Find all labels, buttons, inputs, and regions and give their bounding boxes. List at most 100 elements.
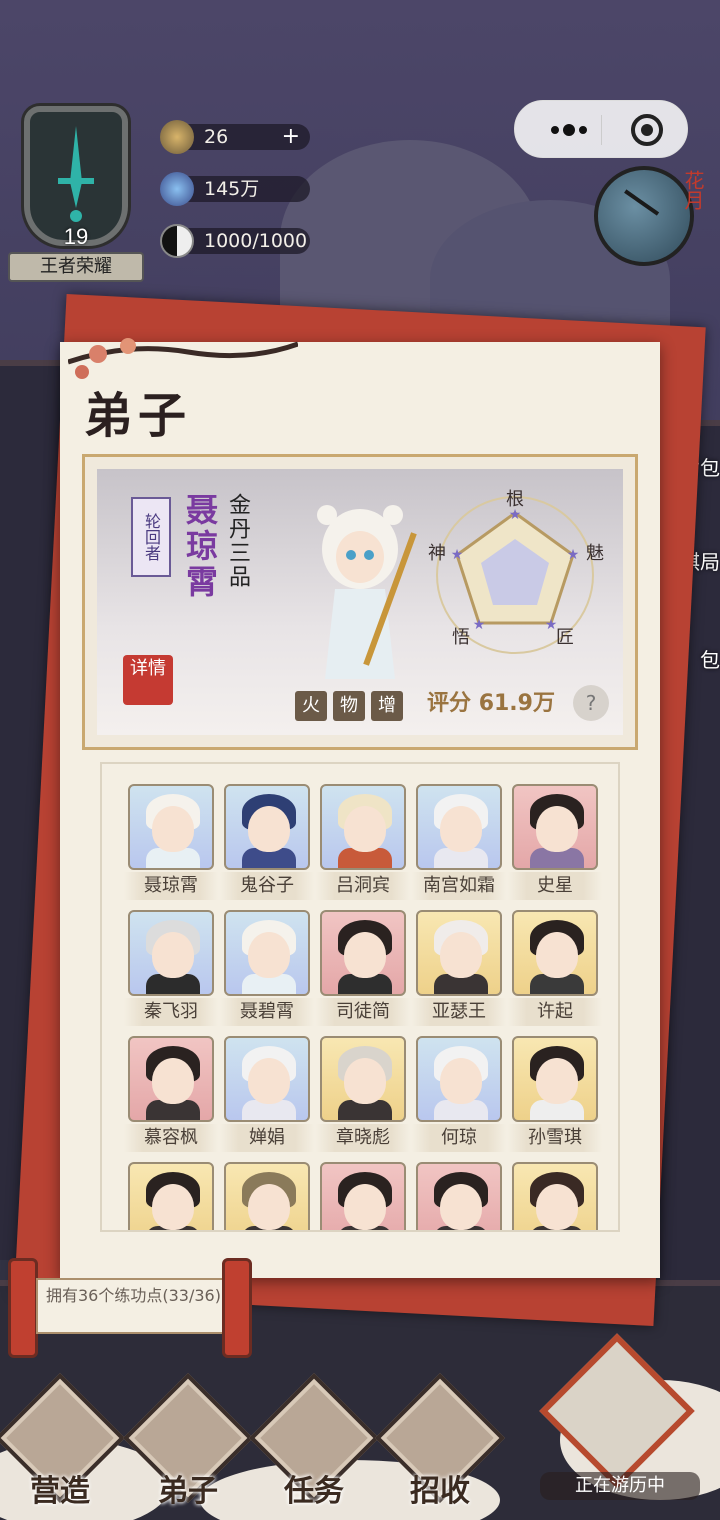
element-tag: 火 [295, 691, 327, 721]
disciple-cell[interactable] [512, 1162, 598, 1230]
resource-value: 1000/1000 [204, 230, 308, 252]
disciple-figure-icon [317, 505, 417, 679]
score-value: 61.9万 [478, 691, 555, 716]
clock-hand-icon [624, 189, 660, 216]
disciple-cell[interactable]: 亚瑟王 [412, 910, 506, 1026]
disciple-cell-name: 南宫如霜 [412, 872, 506, 900]
disciple-portrait [320, 910, 406, 996]
portrait-face [248, 932, 290, 978]
resource-yinyang[interactable]: 1000/1000 [160, 224, 310, 258]
disciple-cell-name: 秦飞羽 [124, 998, 218, 1026]
disciple-cell[interactable]: 聂琼霄 [124, 784, 218, 900]
disciple-portrait [416, 784, 502, 870]
portrait-face [536, 806, 578, 852]
disciple-cell[interactable]: 南宫如霜 [412, 784, 506, 900]
portrait-face [152, 1058, 194, 1104]
disciple-portrait [128, 1162, 214, 1230]
disciple-portrait [224, 1036, 310, 1122]
portrait-face [440, 806, 482, 852]
close-miniprogram-icon[interactable] [631, 114, 663, 146]
rank-badge[interactable]: 19 王者荣耀 [6, 86, 146, 286]
disciple-cell[interactable]: 吕洞宾 [316, 784, 410, 900]
disciple-cell[interactable]: 孙雪琪 [508, 1036, 602, 1152]
disciple-cell[interactable]: 聂碧霄 [220, 910, 314, 1026]
nav-label: 营造 [30, 1474, 90, 1509]
scroll-roll-icon [8, 1258, 38, 1358]
disciple-grid-frame[interactable]: 聂琼霄 鬼谷子 吕洞宾 南宫如霜 史星秦飞羽 聂碧霄 司徒简 亚瑟王 许起慕容枫 婵娟 章晓彪 何琼孙… [100, 762, 620, 1232]
more-icon[interactable] [539, 115, 599, 145]
disciple-cell[interactable] [416, 1162, 502, 1230]
svg-text:★: ★ [473, 617, 486, 633]
disciple-cell-name: 亚瑟王 [412, 998, 506, 1026]
yinyang-icon [160, 224, 194, 258]
element-tag: 增 [371, 691, 403, 721]
disciple-cell[interactable]: 鬼谷子 [220, 784, 314, 900]
clock-label: 花月 [681, 170, 705, 210]
disciple-cell[interactable] [128, 1162, 214, 1230]
crystal-icon [160, 172, 194, 206]
scroll-roll-icon [222, 1258, 252, 1358]
svg-text:★: ★ [509, 507, 522, 523]
portrait-face [536, 1058, 578, 1104]
radar-label: 神 [428, 543, 446, 564]
nav-label: 弟子 [158, 1474, 218, 1509]
portrait-face [248, 806, 290, 852]
disciple-cell[interactable]: 许起 [508, 910, 602, 1026]
disciple-cell[interactable]: 章晓彪 [316, 1036, 410, 1152]
disciple-cell[interactable]: 秦飞羽 [124, 910, 218, 1026]
miniprogram-capsule[interactable] [514, 100, 688, 158]
resource-value: 145万 [204, 178, 260, 200]
quest-text: 拥有36个练功点(33/36) [36, 1278, 236, 1334]
element-tag: 物 [333, 691, 365, 721]
disciple-rank: 金丹三品 [225, 493, 250, 589]
disciple-cell[interactable]: 婵娟 [220, 1036, 314, 1152]
nav-build[interactable]: 营造 [0, 1372, 126, 1514]
disciple-portrait [416, 1036, 502, 1122]
portrait-face [344, 1058, 386, 1104]
disciple-cell[interactable]: 何琼 [412, 1036, 506, 1152]
disciple-cell[interactable] [320, 1162, 406, 1230]
add-icon[interactable]: + [282, 124, 300, 150]
travel-button[interactable]: 正在游历中 [539, 1333, 700, 1506]
portrait-face [152, 806, 194, 852]
disciple-portrait [224, 1162, 310, 1230]
quest-scroll[interactable]: 拥有36个练功点(33/36) [8, 1258, 252, 1358]
disciple-cell-name: 何琼 [412, 1124, 506, 1152]
nav-disciple[interactable]: 弟子 [122, 1372, 254, 1514]
disciple-cell-name: 章晓彪 [316, 1124, 410, 1152]
attribute-radar: 根 魅 匠 悟 神 ★ ★ ★ ★ ★ [428, 489, 604, 654]
disciple-portrait [320, 784, 406, 870]
disciple-portrait [128, 1036, 214, 1122]
disciple-cell[interactable]: 史星 [508, 784, 602, 900]
disciple-cell-name: 鬼谷子 [220, 872, 314, 900]
disciple-cell[interactable] [224, 1162, 310, 1230]
help-button[interactable]: ? [573, 685, 609, 721]
nav-recruit[interactable]: 招收 [374, 1372, 506, 1514]
score-label: 评分 [427, 691, 472, 716]
disciple-cell[interactable]: 司徒简 [316, 910, 410, 1026]
portrait-face [440, 932, 482, 978]
disciple-name: 聂琼霄 [181, 493, 219, 601]
resource-spirit-coin[interactable]: 26 + [160, 120, 310, 154]
disciple-portrait [224, 784, 310, 870]
disciple-portrait [416, 1162, 502, 1230]
disciple-portrait [416, 910, 502, 996]
score-display: 评分 61.9万 [427, 685, 555, 717]
disciple-portrait [320, 1162, 406, 1230]
disciples-panel: 弟子 轮回者 聂琼霄 金丹三品 详情 火 物 增 根 魅 匠 悟 神 ★ ★ ★… [60, 338, 660, 1278]
disciple-portrait [512, 784, 598, 870]
resource-crystal[interactable]: 145万 [160, 172, 310, 206]
travel-status: 正在游历中 [540, 1472, 700, 1500]
featured-disciple-card[interactable]: 轮回者 聂琼霄 金丹三品 详情 火 物 增 根 魅 匠 悟 神 ★ ★ ★ ★ … [82, 454, 638, 750]
disciple-cell-name: 吕洞宾 [316, 872, 410, 900]
nav-task[interactable]: 任务 [248, 1372, 380, 1514]
disciple-cell-name: 司徒简 [316, 998, 410, 1026]
disciple-cell-name: 史星 [508, 872, 602, 900]
disciple-cell-name: 许起 [508, 998, 602, 1026]
nav-label: 任务 [284, 1474, 344, 1509]
disciple-portrait [224, 910, 310, 996]
disciple-cell[interactable]: 慕容枫 [124, 1036, 218, 1152]
travel-icon [539, 1333, 695, 1489]
detail-button[interactable]: 详情 [123, 655, 173, 705]
disciple-portrait [512, 1036, 598, 1122]
